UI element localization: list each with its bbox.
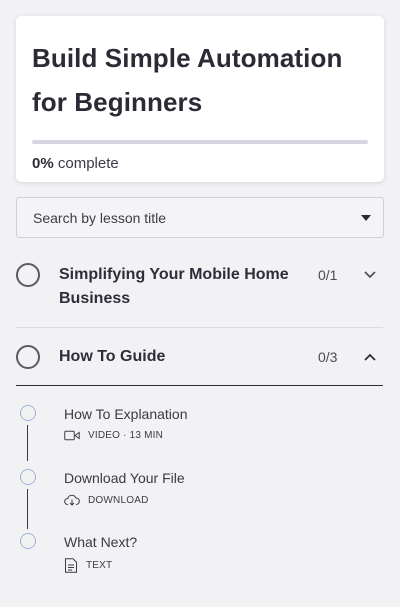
- course-title: Build Simple Automation for Beginners: [32, 36, 368, 124]
- timeline-connector: [27, 425, 28, 461]
- section-progress-count: 0/1: [318, 267, 338, 283]
- lesson-status-dot: [20, 533, 36, 549]
- section-divider-active: [16, 385, 383, 386]
- lesson-meta-text: TEXT: [86, 560, 113, 571]
- section-status-circle-icon: [16, 263, 40, 287]
- video-icon: [64, 430, 80, 441]
- lesson-meta: VIDEO · 13 MIN: [64, 430, 163, 441]
- search-placeholder: Search by lesson title: [33, 209, 167, 226]
- lesson-meta-text: VIDEO · 13 MIN: [88, 430, 164, 441]
- section-how-to-guide[interactable]: How To Guide 0/3: [16, 345, 384, 369]
- section-title: How To Guide: [59, 348, 166, 365]
- section-divider: [16, 327, 383, 328]
- section-status-circle-icon: [16, 345, 40, 369]
- section-simplifying[interactable]: Simplifying Your Mobile Home Business 0/…: [16, 263, 384, 311]
- progress-bar: [32, 140, 368, 144]
- lesson-title: What Next?: [64, 534, 138, 550]
- progress-label: 0% complete: [32, 155, 368, 172]
- progress-percent: 0%: [32, 155, 54, 172]
- section-title: Simplifying Your Mobile Home Business: [59, 266, 289, 307]
- text-document-icon: [65, 558, 77, 573]
- lesson-status-dot: [20, 405, 36, 421]
- lesson-meta: DOWNLOAD: [64, 494, 149, 506]
- lesson-meta: TEXT: [64, 558, 112, 573]
- cloud-download-icon: [64, 494, 80, 506]
- progress-suffix: complete: [57, 155, 119, 172]
- section-progress-count: 0/3: [318, 349, 338, 365]
- chevron-down-icon[interactable]: [362, 267, 378, 283]
- course-title-line-2: for Beginners: [32, 87, 203, 117]
- lesson-status-dot: [20, 469, 36, 485]
- course-card: Build Simple Automation for Beginners 0%…: [16, 16, 384, 182]
- lesson-title: How To Explanation: [64, 406, 188, 422]
- caret-down-icon: [361, 214, 371, 221]
- lesson-search-select[interactable]: Search by lesson title: [16, 197, 384, 238]
- timeline-connector: [27, 489, 28, 529]
- chevron-up-icon[interactable]: [362, 349, 378, 365]
- lesson-meta-text: DOWNLOAD: [88, 494, 149, 506]
- course-title-line-1: Build Simple Automation: [32, 43, 343, 73]
- lesson-title: Download Your File: [64, 470, 185, 486]
